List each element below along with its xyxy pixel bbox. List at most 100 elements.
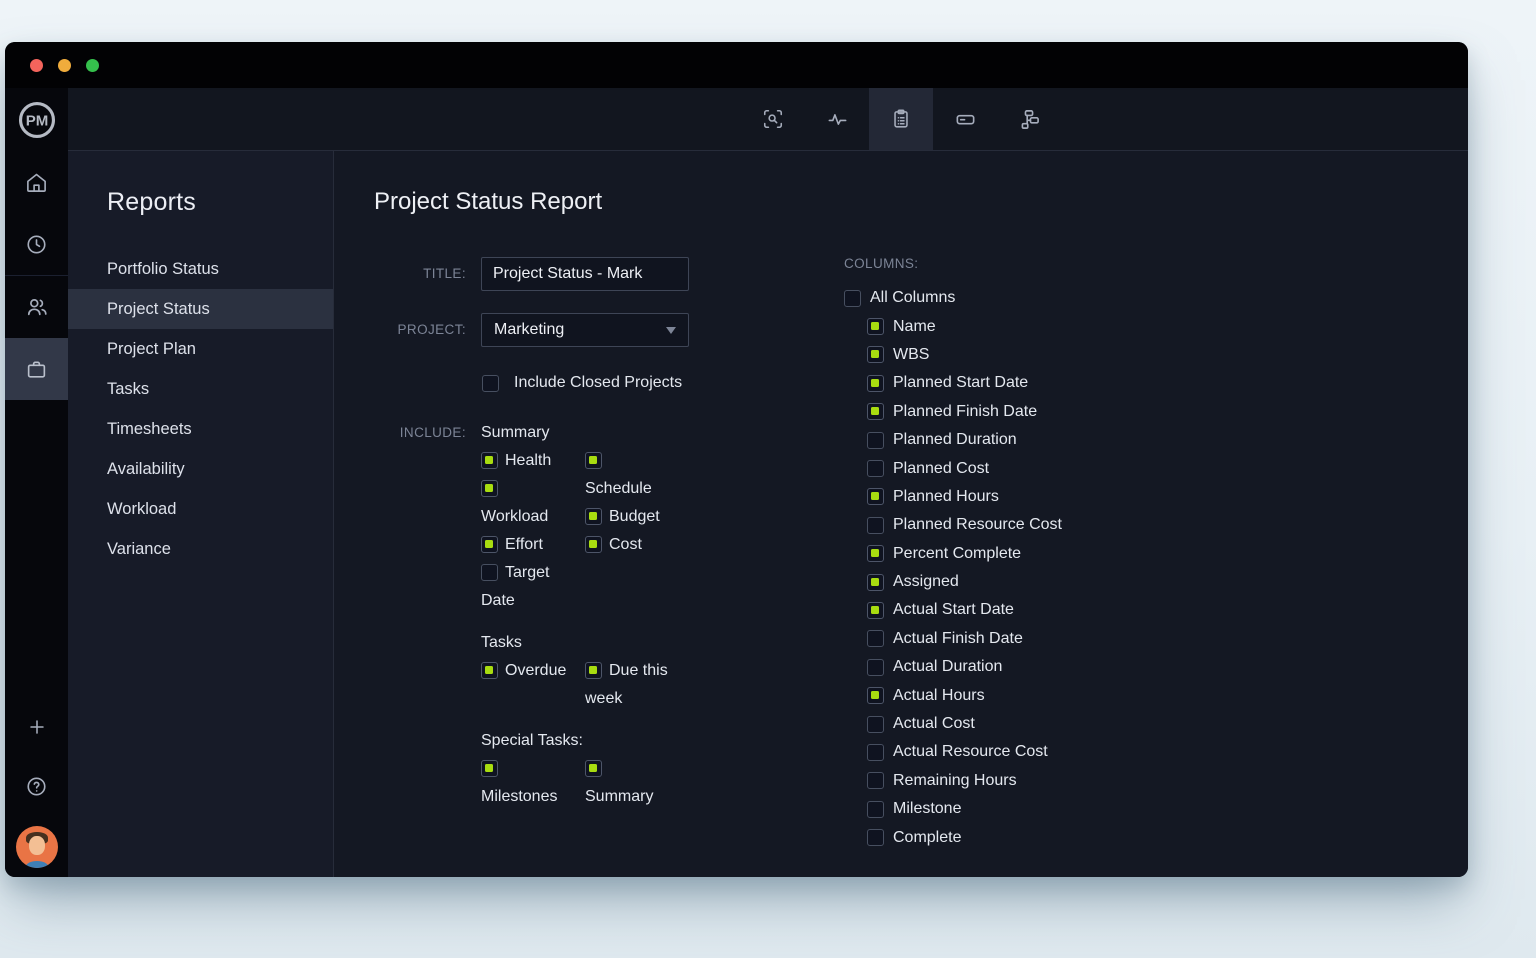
checkbox-actual-start-date[interactable] xyxy=(867,602,884,619)
nav-portfolio-button[interactable] xyxy=(5,338,68,400)
checkbox-wbs[interactable] xyxy=(867,346,884,363)
checkbox-summary[interactable] xyxy=(585,760,602,777)
all-columns-label: All Columns xyxy=(870,289,955,307)
close-button[interactable] xyxy=(30,59,43,72)
option-label: Milestone xyxy=(893,800,961,818)
option-label: Effort xyxy=(505,536,543,553)
column-option: Name xyxy=(844,312,1164,340)
column-option: Percent Complete xyxy=(844,540,1164,568)
add-button[interactable] xyxy=(5,696,68,758)
include-option: Effort xyxy=(481,531,569,559)
include-option: Cost xyxy=(585,531,673,559)
checkbox-effort[interactable] xyxy=(481,536,498,553)
checkbox-overdue[interactable] xyxy=(481,662,498,679)
option-label: Workload xyxy=(481,508,548,525)
sidebar-item-workload[interactable]: Workload xyxy=(68,489,333,529)
window-titlebar xyxy=(5,42,1468,88)
help-button[interactable] xyxy=(5,758,68,814)
checkbox-actual-resource-cost[interactable] xyxy=(867,744,884,761)
checkbox-percent-complete[interactable] xyxy=(867,545,884,562)
sidebar-item-timesheets[interactable]: Timesheets xyxy=(68,409,333,449)
include-option: Health xyxy=(481,447,569,475)
nav-home-button[interactable] xyxy=(5,151,68,213)
zoom-button[interactable] xyxy=(86,59,99,72)
option-label: Summary xyxy=(585,788,653,805)
checkbox-actual-cost[interactable] xyxy=(867,716,884,733)
checkbox-remaining-hours[interactable] xyxy=(867,772,884,789)
team-icon xyxy=(25,295,49,319)
checkbox-complete[interactable] xyxy=(867,829,884,846)
minimize-button[interactable] xyxy=(58,59,71,72)
option-label: Planned Finish Date xyxy=(893,403,1037,421)
include-closed-row: Include Closed Projects xyxy=(482,374,682,392)
tool-reports[interactable] xyxy=(869,88,933,150)
checkbox-planned-duration[interactable] xyxy=(867,432,884,449)
include-option: Workload xyxy=(481,475,569,531)
column-option: Planned Resource Cost xyxy=(844,511,1164,539)
briefcase-icon xyxy=(25,358,48,381)
card-icon xyxy=(954,108,977,131)
tool-card[interactable] xyxy=(933,88,997,150)
column-option: Actual Start Date xyxy=(844,596,1164,624)
all-columns-row: All Columns xyxy=(844,284,1164,312)
checkbox-due-this-week[interactable] xyxy=(585,662,602,679)
checkbox-milestones[interactable] xyxy=(481,760,498,777)
nav-team-button[interactable] xyxy=(5,276,68,338)
app-window: PM xyxy=(5,42,1468,877)
icon-rail: PM xyxy=(5,88,68,877)
option-label: Name xyxy=(893,318,936,336)
summary-header: Summary xyxy=(481,419,681,447)
checkbox-workload[interactable] xyxy=(481,480,498,497)
checkbox-cost[interactable] xyxy=(585,536,602,553)
pm-logo[interactable]: PM xyxy=(5,88,68,151)
option-label: Cost xyxy=(609,536,642,553)
sidebar-item-availability[interactable]: Availability xyxy=(68,449,333,489)
checkbox-target-date[interactable] xyxy=(481,564,498,581)
option-label: Schedule xyxy=(585,480,652,497)
checkbox-planned-hours[interactable] xyxy=(867,488,884,505)
checkbox-actual-hours[interactable] xyxy=(867,687,884,704)
include-option: Due this week xyxy=(585,657,673,713)
checkbox-include-closed-projects[interactable] xyxy=(482,375,499,392)
sidebar-item-project-status[interactable]: Project Status xyxy=(68,289,333,329)
checkbox-milestone[interactable] xyxy=(867,801,884,818)
column-option: Planned Cost xyxy=(844,454,1164,482)
checkbox-actual-finish-date[interactable] xyxy=(867,630,884,647)
checkbox-assigned[interactable] xyxy=(867,574,884,591)
checkbox-health[interactable] xyxy=(481,452,498,469)
columns-label: COLUMNS: xyxy=(844,255,1164,273)
report-title-input[interactable] xyxy=(481,257,689,291)
plus-icon xyxy=(26,716,48,738)
checkbox-name[interactable] xyxy=(867,318,884,335)
sidebar-item-portfolio-status[interactable]: Portfolio Status xyxy=(68,249,333,289)
tool-activity[interactable] xyxy=(805,88,869,150)
tool-scan-search[interactable] xyxy=(741,88,805,150)
checkbox-all-columns[interactable] xyxy=(844,290,861,307)
checkbox-planned-finish-date[interactable] xyxy=(867,403,884,420)
scan-search-icon xyxy=(762,108,784,130)
tool-workflow[interactable] xyxy=(997,88,1061,150)
checkbox-planned-cost[interactable] xyxy=(867,460,884,477)
sidebar-item-project-plan[interactable]: Project Plan xyxy=(68,329,333,369)
tasks-column-1: Overdue xyxy=(481,657,569,713)
chevron-down-icon xyxy=(666,327,676,334)
include-options: Summary HealthWorkloadEffortTarget Date … xyxy=(481,419,681,811)
project-select[interactable]: Marketing xyxy=(481,313,689,347)
user-avatar[interactable] xyxy=(16,826,58,868)
option-label: Actual Duration xyxy=(893,658,1002,676)
checkbox-budget[interactable] xyxy=(585,508,602,525)
include-option: Target Date xyxy=(481,559,569,615)
option-label: Percent Complete xyxy=(893,545,1021,563)
nav-time-button[interactable] xyxy=(5,213,68,275)
column-option: Actual Cost xyxy=(844,710,1164,738)
checkbox-actual-duration[interactable] xyxy=(867,659,884,676)
sidebar-item-variance[interactable]: Variance xyxy=(68,529,333,569)
checkbox-planned-start-date[interactable] xyxy=(867,375,884,392)
column-option: Actual Duration xyxy=(844,653,1164,681)
checkbox-schedule[interactable] xyxy=(585,452,602,469)
option-label: Actual Finish Date xyxy=(893,630,1023,648)
sidebar-item-tasks[interactable]: Tasks xyxy=(68,369,333,409)
column-option: Remaining Hours xyxy=(844,767,1164,795)
tasks-header: Tasks xyxy=(481,629,681,657)
checkbox-planned-resource-cost[interactable] xyxy=(867,517,884,534)
